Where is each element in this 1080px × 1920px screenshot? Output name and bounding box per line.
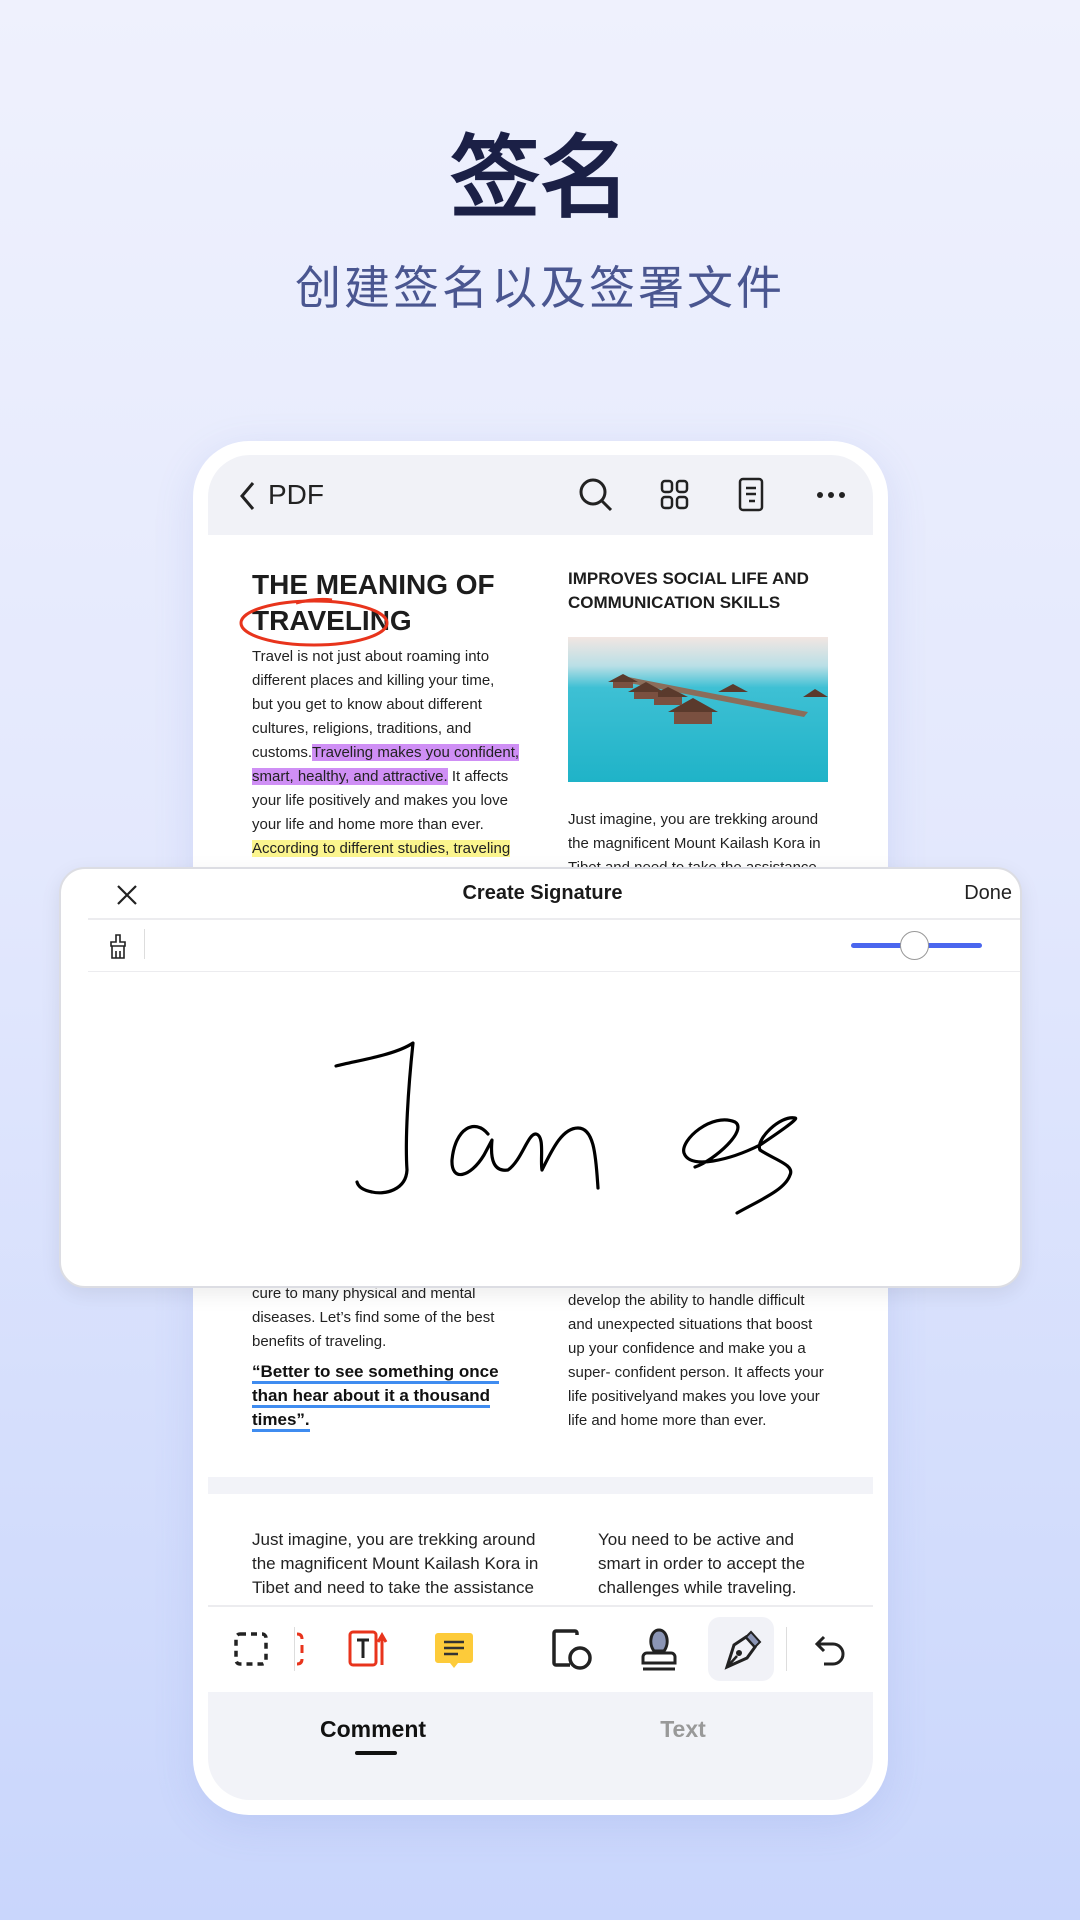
quote-line: times”. <box>252 1410 310 1432</box>
document-icon[interactable] <box>738 477 766 513</box>
eraser-brush-icon[interactable] <box>108 934 128 960</box>
body-line: life and home more than ever. <box>568 1412 767 1429</box>
grid-icon[interactable] <box>660 479 690 511</box>
right-column-upper: IMPROVES SOCIAL LIFE AND COMMUNICATION S… <box>568 567 838 880</box>
chevron-left-icon[interactable] <box>238 480 258 512</box>
tab-comment[interactable]: Comment <box>298 1716 448 1743</box>
body-text: It affects <box>447 768 509 785</box>
top-bar: PDF <box>208 455 873 535</box>
annotation-toolbar <box>208 1607 873 1692</box>
create-signature-panel: Create Signature Done <box>59 867 1022 1288</box>
more-icon[interactable] <box>816 491 846 499</box>
quote-line: “Better to see something once <box>252 1362 499 1384</box>
panel-title: Create Signature <box>462 882 623 904</box>
panel-divider <box>88 918 1020 920</box>
marquee-select-icon[interactable] <box>233 1631 269 1667</box>
section-title-line1: IMPROVES SOCIAL LIFE AND <box>568 569 809 588</box>
toolbar-separator <box>294 1627 295 1671</box>
body-line: Just imagine, you are trekking around <box>252 1530 536 1549</box>
section-title-line2: COMMUNICATION SKILLS <box>568 593 781 612</box>
shape-partial-icon[interactable] <box>296 1631 306 1667</box>
stamp-icon[interactable] <box>638 1627 680 1673</box>
search-icon[interactable] <box>578 477 614 513</box>
shape-icon[interactable] <box>551 1629 593 1671</box>
page-title: 签名 <box>450 126 630 231</box>
body-line: You need to be active and <box>598 1530 794 1549</box>
body-line: develop the ability to handle difficult <box>568 1292 805 1309</box>
body-line: Just imagine, you are trekking around <box>568 811 819 828</box>
page2-left-column: Just imagine, you are trekking around th… <box>252 1528 552 1600</box>
underlined-quote[interactable]: “Better to see something once than hear … <box>252 1360 522 1432</box>
body-line: benefits of traveling. <box>252 1333 387 1350</box>
body-line: challenges while traveling. <box>598 1578 797 1597</box>
right-column-lower: develop the ability to handle difficult … <box>568 1289 848 1433</box>
page-subtitle: 创建签名以及签署文件 <box>295 261 785 315</box>
text-box-icon[interactable] <box>348 1629 388 1669</box>
body-line: but you get to know about different <box>252 696 482 713</box>
purple-highlight[interactable]: smart, healthy, and attractive. <box>252 768 448 785</box>
body-line: the magnificent Mount Kailash Kora in <box>568 835 821 852</box>
body-line: different places and killing your time, <box>252 672 495 689</box>
toolbar-separator <box>144 929 145 959</box>
pen-icon <box>724 1630 762 1670</box>
pen-tool-button[interactable] <box>708 1617 774 1681</box>
yellow-highlight[interactable]: According to different studies, travelin… <box>252 840 511 857</box>
page2-right-column: You need to be active and smart in order… <box>598 1528 858 1600</box>
tab-text[interactable]: Text <box>623 1716 743 1743</box>
body-line: life positivelyand makes you love your <box>568 1388 820 1405</box>
resort-photo <box>568 637 828 782</box>
done-button[interactable]: Done <box>964 882 1012 905</box>
undo-icon[interactable] <box>814 1633 848 1667</box>
body-line: cultures, religions, traditions, and <box>252 720 472 737</box>
body-line: diseases. Let’s find some of the best <box>252 1309 495 1326</box>
panel-divider <box>88 971 1020 972</box>
body-line: up your confidence and make you a <box>568 1340 806 1357</box>
body-line: smart in order to accept the <box>598 1554 805 1573</box>
left-column-lower: cure to many physical and mental disease… <box>252 1282 522 1432</box>
body-line: and unexpected situations that boost <box>568 1316 813 1333</box>
note-icon[interactable] <box>434 1631 474 1671</box>
slider-knob[interactable] <box>900 931 929 960</box>
bottom-tab-bar: Comment Text <box>208 1692 873 1800</box>
active-tab-indicator <box>355 1751 397 1755</box>
body-line: Tibet and need to take the assistance <box>252 1578 534 1597</box>
purple-highlight[interactable]: Traveling makes you confident, <box>312 744 520 761</box>
toolbar-separator <box>786 1627 787 1671</box>
quote-line: than hear about it a thousand <box>252 1386 491 1408</box>
back-label[interactable]: PDF <box>268 479 324 511</box>
red-circle-annotation[interactable] <box>236 595 396 651</box>
body-text: customs. <box>252 744 313 761</box>
body-line: super- confident person. It affects your <box>568 1364 824 1381</box>
body-line: the magnificent Mount Kailash Kora in <box>252 1554 539 1573</box>
body-line: your life and home more than ever. <box>252 816 484 833</box>
body-line: your life positively and makes you love <box>252 792 508 809</box>
page-separator <box>208 1477 873 1494</box>
